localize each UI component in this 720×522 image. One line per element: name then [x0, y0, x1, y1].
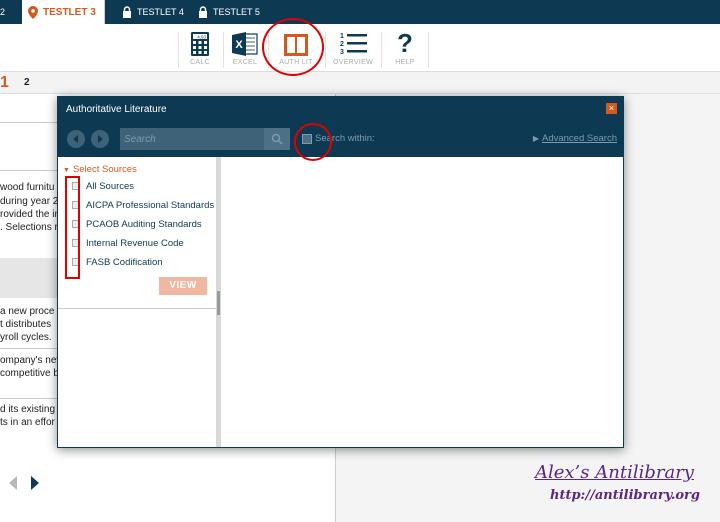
chevron-left-icon: [73, 135, 78, 143]
select-sources-toggle[interactable]: ▼ Select Sources: [63, 164, 137, 175]
search-icon: [271, 133, 283, 145]
divider: [0, 398, 58, 399]
dialog-title: Authoritative Literature: [66, 104, 167, 115]
excel-icon: X: [222, 26, 268, 56]
search-input[interactable]: [120, 128, 264, 150]
tab-testlet-5: TESTLET 5: [198, 0, 260, 24]
question-number-2[interactable]: 2: [24, 77, 30, 88]
chevron-right-icon: [98, 135, 103, 143]
tab-testlet-4-label: TESTLET 4: [137, 7, 184, 17]
tab-testlet-3[interactable]: TESTLET 3: [22, 0, 105, 24]
calc-button[interactable]: 4.93 CALC: [177, 26, 223, 70]
calc-label: CALC: [190, 59, 210, 66]
source-label: Internal Revenue Code: [86, 237, 184, 249]
numbered-list-icon: 1 2 3: [330, 26, 376, 56]
source-all-sources[interactable]: All Sources: [72, 179, 134, 193]
question-text-line: during year 2: [0, 196, 59, 207]
question-navigation-strip: 1 2: [0, 72, 720, 94]
question-text-line: . Selections r: [0, 222, 58, 233]
view-button[interactable]: VIEW: [159, 277, 207, 295]
help-icon: ?: [382, 26, 428, 56]
select-sources-label: Select Sources: [72, 164, 137, 175]
question-text-line: rovided the in: [0, 209, 61, 220]
search-button[interactable]: [264, 128, 290, 150]
question-text-line: ompany's nev: [0, 355, 62, 366]
question-text-line: t distributes: [0, 319, 52, 330]
next-arrow-icon[interactable]: [30, 476, 40, 493]
tab-testlet-5-label: TESTLET 5: [213, 7, 260, 17]
previous-arrow-icon[interactable]: [8, 476, 18, 493]
question-text-line: competitive b: [0, 368, 59, 379]
tools-toolbar: 4.93 CALC X EXCEL AUTH LIT 1 2 3 OVERVIE…: [0, 24, 720, 72]
divider: [0, 170, 58, 171]
overview-digit-3: 3: [340, 49, 344, 56]
search-bar: Search within: ▶Advanced Search: [58, 123, 623, 157]
advanced-search-link[interactable]: ▶ Advanced Search: [533, 133, 617, 144]
testlet-tab-bar: 2 TESTLET 3 TESTLET 4 TESTLET 5: [0, 0, 720, 24]
authoritative-literature-dialog: Authoritative Literature × Search within…: [57, 96, 624, 448]
lock-icon: [122, 6, 132, 18]
lock-icon: [198, 6, 208, 18]
tab-testlet-4: TESTLET 4: [122, 0, 184, 24]
watermark-url: http://antilibrary.org: [550, 488, 700, 503]
divider: [0, 348, 58, 349]
question-text-line: wood furnitu: [0, 182, 55, 193]
overview-label: OVERVIEW: [332, 59, 373, 66]
calculator-icon: 4.93: [177, 26, 223, 56]
close-button[interactable]: ×: [606, 103, 617, 114]
overview-digit-2: 2: [340, 41, 344, 48]
question-text-line: d its existing: [0, 404, 56, 415]
advanced-search-label: Advanced Search: [542, 133, 617, 144]
source-pcaob[interactable]: PCAOB Auditing Standards: [72, 217, 202, 231]
annotation-circle-search-within: [294, 123, 332, 161]
question-text-line: ts in an effor: [0, 417, 55, 428]
splitter-grip[interactable]: [217, 291, 220, 315]
location-pin-icon: [28, 5, 38, 19]
question-text-line: a new proce: [0, 306, 55, 317]
source-label: PCAOB Auditing Standards: [86, 218, 202, 230]
source-irc[interactable]: Internal Revenue Code: [72, 236, 184, 250]
source-fasb[interactable]: FASB Codification: [72, 255, 163, 269]
excel-label: EXCEL: [232, 59, 258, 66]
annotation-circle-auth-lit: [262, 18, 324, 76]
back-button[interactable]: [67, 130, 85, 148]
source-aicpa[interactable]: AICPA Professional Standards: [72, 198, 214, 212]
source-label: AICPA Professional Standards: [86, 199, 215, 211]
divider: [58, 308, 216, 309]
sources-panel: ▼ Select Sources All Sources AICPA Profes…: [58, 157, 216, 447]
tab-testlet-3-label: TESTLET 3: [43, 6, 96, 18]
toolbar-divider: [428, 32, 429, 68]
annotation-box-source-checkboxes: [65, 176, 80, 279]
source-label: FASB Codification: [86, 256, 163, 268]
triangle-down-icon: ▼: [63, 167, 70, 174]
overview-digit-1: 1: [340, 33, 344, 40]
overview-button[interactable]: 1 2 3 OVERVIEW: [330, 26, 376, 70]
tab-testlet-2-label: 2: [0, 7, 6, 17]
question-text-line: yroll cycles.: [0, 332, 52, 343]
help-button[interactable]: ? HELP: [382, 26, 428, 70]
watermark-title: Alex’s Antilibrary: [535, 462, 694, 483]
forward-button[interactable]: [91, 130, 109, 148]
document-content-pane: [221, 157, 623, 447]
divider: [0, 122, 58, 123]
toolbar-divider: [325, 32, 326, 68]
tab-testlet-2[interactable]: 2: [0, 0, 12, 24]
triangle-right-icon: ▶: [532, 134, 539, 143]
help-label: HELP: [395, 59, 415, 66]
help-glyph: ?: [397, 28, 413, 58]
excel-glyph: X: [235, 39, 243, 51]
calc-display-text: 4.93: [197, 34, 206, 39]
table-header-band: [0, 258, 58, 298]
question-number-1[interactable]: 1: [0, 74, 9, 92]
source-label: All Sources: [86, 180, 135, 192]
dialog-header: Authoritative Literature ×: [58, 97, 623, 123]
